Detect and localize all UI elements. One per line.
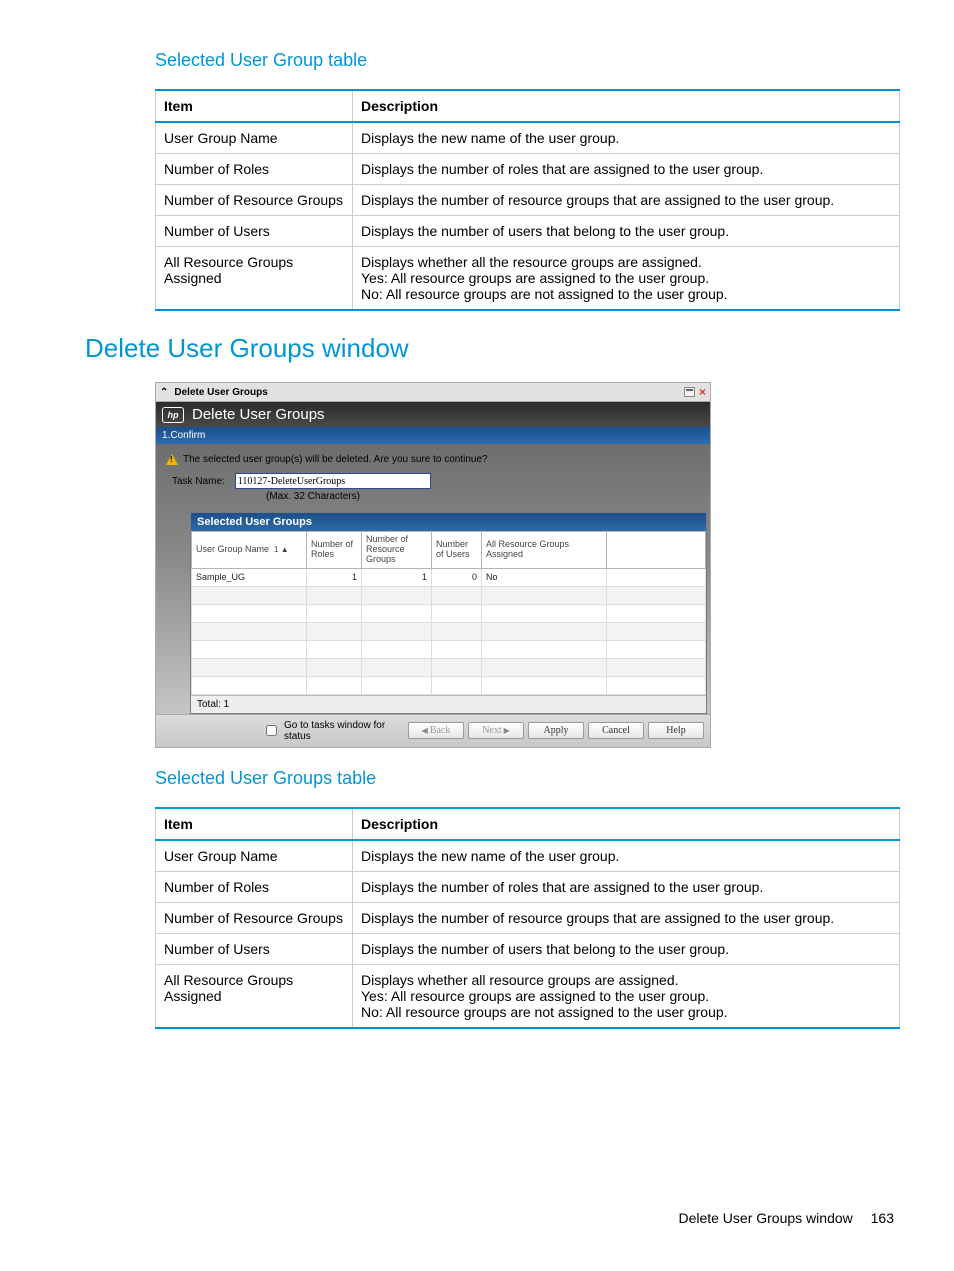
table-cell-description: Displays the number of users that belong…	[353, 933, 900, 964]
table-cell-item: Number of Roles	[156, 154, 353, 185]
task-name-label: Task Name:	[172, 476, 225, 487]
table-cell-description: Displays whether all the resource groups…	[353, 247, 900, 311]
table-cell-description: Displays the number of roles that are as…	[353, 154, 900, 185]
heading-selected-user-group-table: Selected User Group table	[155, 50, 894, 71]
col-all-resource-groups-assigned[interactable]: All Resource Groups Assigned	[482, 532, 607, 569]
table-cell-description: Displays the number of users that belong…	[353, 216, 900, 247]
table-cell-item: Number of Resource Groups	[156, 185, 353, 216]
window-title: Delete User Groups	[174, 387, 682, 398]
hp-logo-icon: hp	[162, 407, 184, 423]
heading-delete-user-groups-window: Delete User Groups window	[85, 333, 894, 364]
table-cell-description: Displays the number of roles that are as…	[353, 871, 900, 902]
table-cell-item: User Group Name	[156, 840, 353, 872]
table-row-empty	[192, 622, 706, 640]
table-cell-item: Number of Users	[156, 933, 353, 964]
go-to-tasks-checkbox[interactable]	[266, 725, 277, 736]
th-description: Description	[353, 808, 900, 840]
help-button[interactable]: Help	[648, 722, 704, 739]
table-cell-item: Number of Users	[156, 216, 353, 247]
table-cell-item: Number of Roles	[156, 871, 353, 902]
table-cell-item: All Resource Groups Assigned	[156, 964, 353, 1028]
table-row-empty	[192, 640, 706, 658]
th-item: Item	[156, 90, 353, 122]
table-cell-description: Displays the number of resource groups t…	[353, 185, 900, 216]
go-to-tasks-checkbox-wrap[interactable]: Go to tasks window for status	[262, 720, 404, 742]
wizard-step-bar: 1.Confirm	[155, 427, 711, 444]
grid-total: Total: 1	[191, 695, 706, 713]
sort-indicator: 1 ▲	[274, 545, 289, 554]
table-row[interactable]: Sample_UG110No	[192, 568, 706, 586]
apply-button[interactable]: Apply	[528, 722, 584, 739]
go-to-tasks-label: Go to tasks window for status	[284, 720, 404, 742]
table-cell-item: User Group Name	[156, 122, 353, 154]
cell-assigned: No	[482, 568, 607, 586]
grid-title: Selected User Groups	[191, 513, 706, 531]
th-description: Description	[353, 90, 900, 122]
table-cell-description: Displays the new name of the user group.	[353, 840, 900, 872]
cell-roles: 1	[307, 568, 362, 586]
warning-text: The selected user group(s) will be delet…	[183, 454, 488, 465]
table-cell-description: Displays whether all resource groups are…	[353, 964, 900, 1028]
table-cell-description: Displays the number of resource groups t…	[353, 902, 900, 933]
maximize-button[interactable]	[684, 387, 695, 397]
table-selected-user-groups: Item Description User Group NameDisplays…	[155, 807, 900, 1029]
dialog-header: hp Delete User Groups	[155, 402, 711, 427]
table-row-empty	[192, 586, 706, 604]
table-row-empty	[192, 604, 706, 622]
screenshot-delete-user-groups: ⌃ Delete User Groups × hp Delete User Gr…	[155, 382, 711, 748]
page-footer: Delete User Groups window 163	[678, 1210, 894, 1226]
table-cell-description: Displays the new name of the user group.	[353, 122, 900, 154]
dialog-footer: Go to tasks window for status Back Next …	[155, 715, 711, 748]
cancel-button[interactable]: Cancel	[588, 722, 644, 739]
col-number-of-users[interactable]: Number of Users	[432, 532, 482, 569]
collapse-icon[interactable]: ⌃	[160, 387, 168, 398]
cell-users: 0	[432, 568, 482, 586]
back-button[interactable]: Back	[408, 722, 464, 739]
task-name-input[interactable]	[235, 473, 431, 489]
table-cell-item: All Resource Groups Assigned	[156, 247, 353, 311]
th-item: Item	[156, 808, 353, 840]
table-row-empty	[192, 658, 706, 676]
selected-user-groups-grid: Selected User Groups User Group Name 1 ▲…	[190, 512, 707, 714]
col-number-of-roles[interactable]: Number of Roles	[307, 532, 362, 569]
footer-text: Delete User Groups window	[678, 1210, 852, 1226]
heading-selected-user-groups-table: Selected User Groups table	[155, 768, 894, 789]
cell-blank	[607, 568, 706, 586]
warning-icon	[166, 454, 178, 465]
table-cell-item: Number of Resource Groups	[156, 902, 353, 933]
dialog-title: Delete User Groups	[192, 406, 325, 423]
close-button[interactable]: ×	[699, 387, 706, 397]
col-number-of-resource-groups[interactable]: Number of Resource Groups	[362, 532, 432, 569]
table-row-empty	[192, 676, 706, 694]
cell-rg: 1	[362, 568, 432, 586]
col-user-group-name[interactable]: User Group Name 1 ▲	[192, 532, 307, 569]
task-name-hint: (Max. 32 Characters)	[266, 491, 700, 502]
cell-name: Sample_UG	[192, 568, 307, 586]
window-titlebar: ⌃ Delete User Groups ×	[155, 382, 711, 402]
next-button[interactable]: Next	[468, 722, 524, 739]
table-selected-user-group: Item Description User Group NameDisplays…	[155, 89, 900, 311]
warning-row: The selected user group(s) will be delet…	[166, 454, 700, 465]
col-blank	[607, 532, 706, 569]
page-number: 163	[871, 1210, 894, 1226]
